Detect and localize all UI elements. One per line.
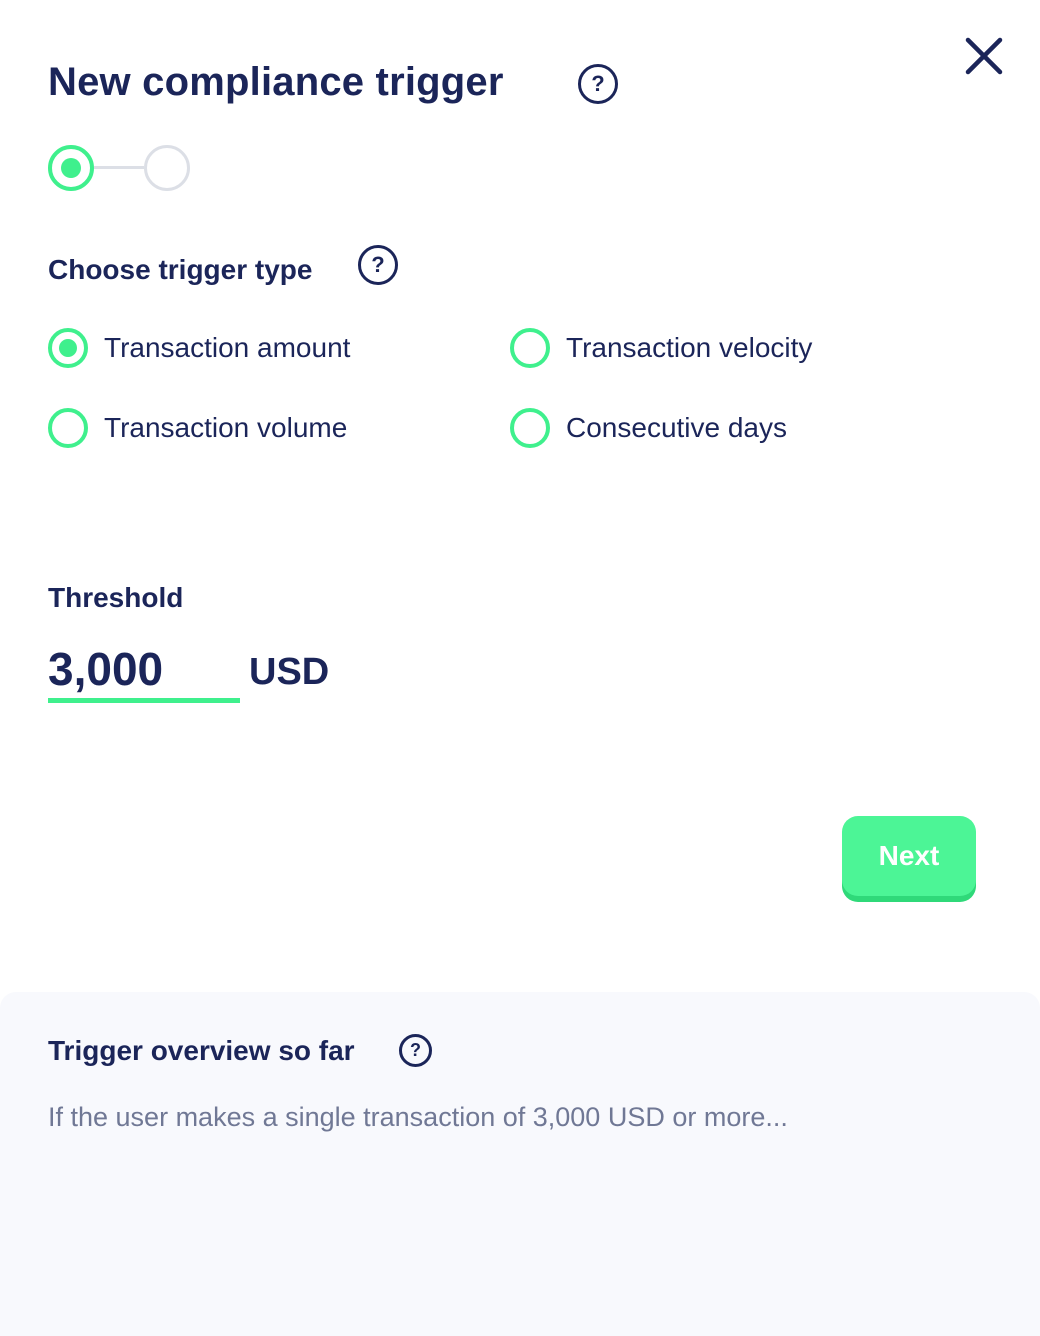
next-button[interactable]: Next <box>842 816 976 896</box>
threshold-label: Threshold <box>48 582 184 613</box>
overview-help-icon[interactable]: ? <box>399 1034 432 1067</box>
trigger-type-help-icon[interactable]: ? <box>358 245 398 285</box>
radio-transaction-volume[interactable]: Transaction volume <box>48 408 347 448</box>
threshold-input[interactable] <box>48 640 240 703</box>
new-trigger-modal: New compliance trigger ? Choose trigger … <box>0 0 1040 1336</box>
radio-checked-icon[interactable] <box>48 328 88 368</box>
radio-unchecked-icon[interactable] <box>48 408 88 448</box>
stepper-connector <box>94 166 144 169</box>
radio-consecutive-days[interactable]: Consecutive days <box>510 408 787 448</box>
overview-text: If the user makes a single transaction o… <box>48 1102 788 1132</box>
stepper-step-2 <box>144 145 190 191</box>
currency-label: USD <box>249 651 330 693</box>
radio-unchecked-icon[interactable] <box>510 408 550 448</box>
overview-title: Trigger overview so far <box>48 1035 355 1066</box>
radio-unchecked-icon[interactable] <box>510 328 550 368</box>
radio-label: Transaction amount <box>104 332 351 363</box>
radio-label: Consecutive days <box>566 412 788 443</box>
stepper-step-1 <box>48 145 94 191</box>
radio-label: Transaction volume <box>104 412 348 443</box>
step-active-dot <box>61 158 81 178</box>
title-help-icon[interactable]: ? <box>578 64 618 104</box>
radio-transaction-velocity[interactable]: Transaction velocity <box>510 328 812 368</box>
trigger-type-label: Choose trigger type <box>48 254 313 285</box>
modal-title: New compliance trigger <box>48 60 504 104</box>
close-icon[interactable] <box>962 34 1006 78</box>
radio-label: Transaction velocity <box>566 332 813 363</box>
radio-transaction-amount[interactable]: Transaction amount <box>48 328 350 368</box>
